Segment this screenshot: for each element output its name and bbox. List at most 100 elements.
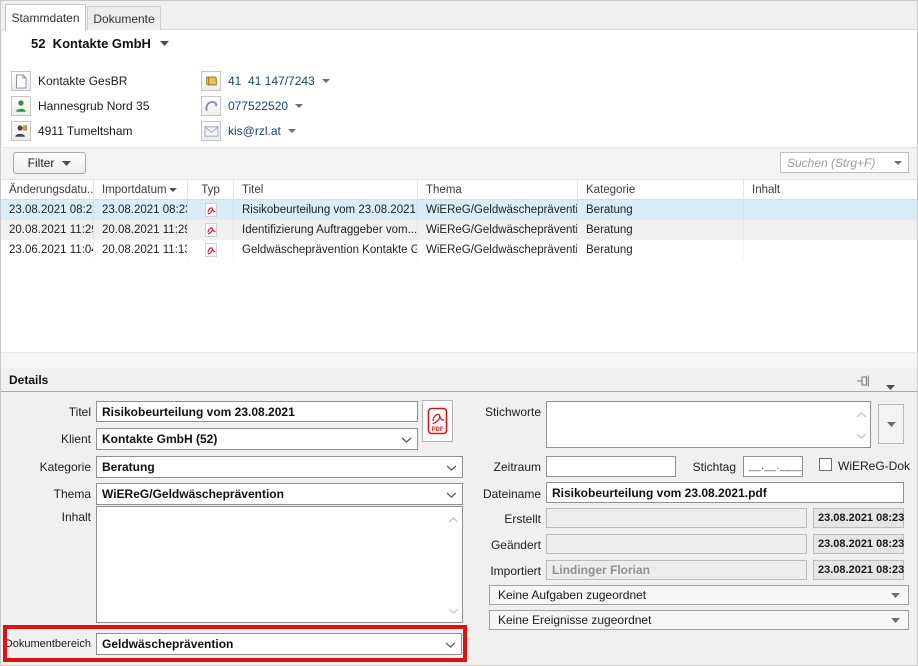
client-title-dropdown[interactable]: 52 Kontakte GmbH [31,36,169,51]
client-phone-number: 077522520 [228,99,288,113]
titel-input[interactable]: Risikobeurteilung vom 23.08.2021 [96,401,418,422]
ereignisse-panel[interactable]: Keine Ereignisse zugeordnet [489,610,909,630]
pdf-file-icon [188,200,234,220]
sort-desc-icon [169,188,177,192]
column-header-thema[interactable]: Thema [418,180,578,200]
kategorie-label: Kategorie [1,460,91,474]
importiert-label: Importiert [451,564,541,578]
klient-select[interactable]: Kontakte GmbH (52) [96,428,418,450]
client-email: kis@rzl.at [228,124,281,138]
column-header-inhalt[interactable]: Inhalt [744,180,918,200]
thema-select[interactable]: WiEReG/Geldwäscheprävention [96,483,463,505]
phone-icon [201,96,221,116]
column-header-importdatum[interactable]: Importdatum [94,180,188,200]
table-row[interactable]: 20.08.2021 11:29 20.08.2021 11:29 Identi… [1,220,918,240]
client-email-row[interactable]: kis@rzl.at [201,121,296,141]
email-icon [201,121,221,141]
tab-label: Dokumente [93,12,154,26]
column-header-aenderungsdatum[interactable]: Änderungsdatu... [1,180,94,200]
client-fax-number: 41 41 147/7243 [228,74,315,88]
highlight-annotation [3,625,467,662]
geaendert-date: 23.08.2021 08:23 [813,534,904,554]
details-menu-button[interactable] [886,377,895,395]
document-icon [11,71,31,91]
client-city: 4911 Tumeltsham [38,124,133,138]
table-row[interactable]: 23.08.2021 08:23 23.08.2021 08:23 Risiko… [1,200,918,220]
chevron-down-icon [62,161,71,166]
document-table: Änderungsdatu... Importdatum Typ Titel T… [1,180,918,352]
inhalt-label: Inhalt [1,510,91,524]
scroll-down-icon[interactable] [448,601,459,619]
dateiname-input[interactable]: Risikobeurteilung vom 23.08.2021.pdf [546,482,904,503]
erstellt-date: 23.08.2021 08:23 [813,508,904,528]
chevron-down-icon [288,129,296,133]
stichworte-dropdown-button[interactable] [878,404,904,444]
client-street: Hannesgrub Nord 35 [38,99,149,113]
pdf-button-label: PDF [432,427,444,433]
stichtag-input[interactable]: __.__.____ [743,456,803,477]
chevron-down-icon [887,422,896,427]
chevron-down-icon [322,79,330,83]
wiereg-doku-label: WiEReG-Doku [838,459,910,473]
pin-icon[interactable] [856,374,872,392]
client-fax-row[interactable]: 41 41 147/7243 [201,71,330,91]
chevron-down-icon [401,431,412,447]
person-badge-icon [11,121,31,141]
importiert-field: Lindinger Florian [546,560,807,580]
erstellt-field [546,508,807,528]
pdf-file-icon [188,240,234,260]
filter-button[interactable]: Filter [13,152,86,174]
wiereg-doku-checkbox[interactable] [819,458,832,471]
column-header-typ[interactable]: Typ [188,180,234,200]
importiert-date: 23.08.2021 08:23 [813,560,904,580]
address-book-icon [201,71,221,91]
horizontal-scrollbar[interactable] [1,352,918,368]
klient-label: Klient [1,432,91,446]
erstellt-label: Erstellt [451,512,541,526]
tab-dokumente[interactable]: Dokumente [87,6,161,30]
column-header-kategorie[interactable]: Kategorie [578,180,744,200]
chevron-down-icon [891,618,900,623]
dateiname-label: Dateiname [451,487,541,501]
inhalt-textarea[interactable] [96,506,463,623]
details-title: Details [9,373,48,387]
chevron-down-icon [894,161,902,165]
thema-label: Thema [1,487,91,501]
kategorie-select[interactable]: Beratung [96,456,463,478]
client-city-row: 4911 Tumeltsham [11,121,133,141]
search-placeholder: Suchen (Strg+F) [787,156,894,170]
scroll-up-icon[interactable] [856,405,867,423]
zeitraum-input[interactable] [546,456,676,477]
client-name-row: Kontakte GesBR [11,71,127,91]
open-pdf-button[interactable]: PDF [422,400,453,442]
details-panel: Details Titel Risikobeurteilung vom 23.0… [1,368,918,666]
aufgaben-panel[interactable]: Keine Aufgaben zugeordnet [489,585,909,605]
table-header: Änderungsdatu... Importdatum Typ Titel T… [1,180,918,200]
geaendert-field [546,534,807,554]
zeitraum-label: Zeitraum [451,460,541,474]
table-row[interactable]: 23.06.2021 11:04 20.08.2021 11:13 Geldwä… [1,240,918,260]
scroll-down-icon[interactable] [856,426,867,444]
application-window: Stammdaten Dokumente 52 Kontakte GmbH Ko… [0,0,918,666]
tab-strip: Stammdaten Dokumente [1,1,918,30]
client-street-row: Hannesgrub Nord 35 [11,96,149,116]
person-green-icon [11,96,31,116]
client-phone-row[interactable]: 077522520 [201,96,303,116]
client-name: Kontakte GesBR [38,74,127,88]
chevron-down-icon [886,385,895,390]
stichworte-textarea[interactable] [546,401,871,448]
stichtag-label: Stichtag [684,460,736,474]
chevron-down-icon [160,41,169,46]
geaendert-label: Geändert [451,538,541,552]
stichworte-label: Stichworte [451,405,541,419]
filter-label: Filter [28,156,55,170]
column-header-titel[interactable]: Titel [234,180,418,200]
client-title: 52 Kontakte GmbH [31,36,151,51]
pdf-file-icon [188,220,234,240]
chevron-down-icon [295,104,303,108]
tab-label: Stammdaten [11,11,79,25]
tab-stammdaten[interactable]: Stammdaten [5,4,86,31]
search-input[interactable]: Suchen (Strg+F) [780,152,909,173]
titel-label: Titel [1,405,91,419]
details-header: Details [1,368,918,392]
